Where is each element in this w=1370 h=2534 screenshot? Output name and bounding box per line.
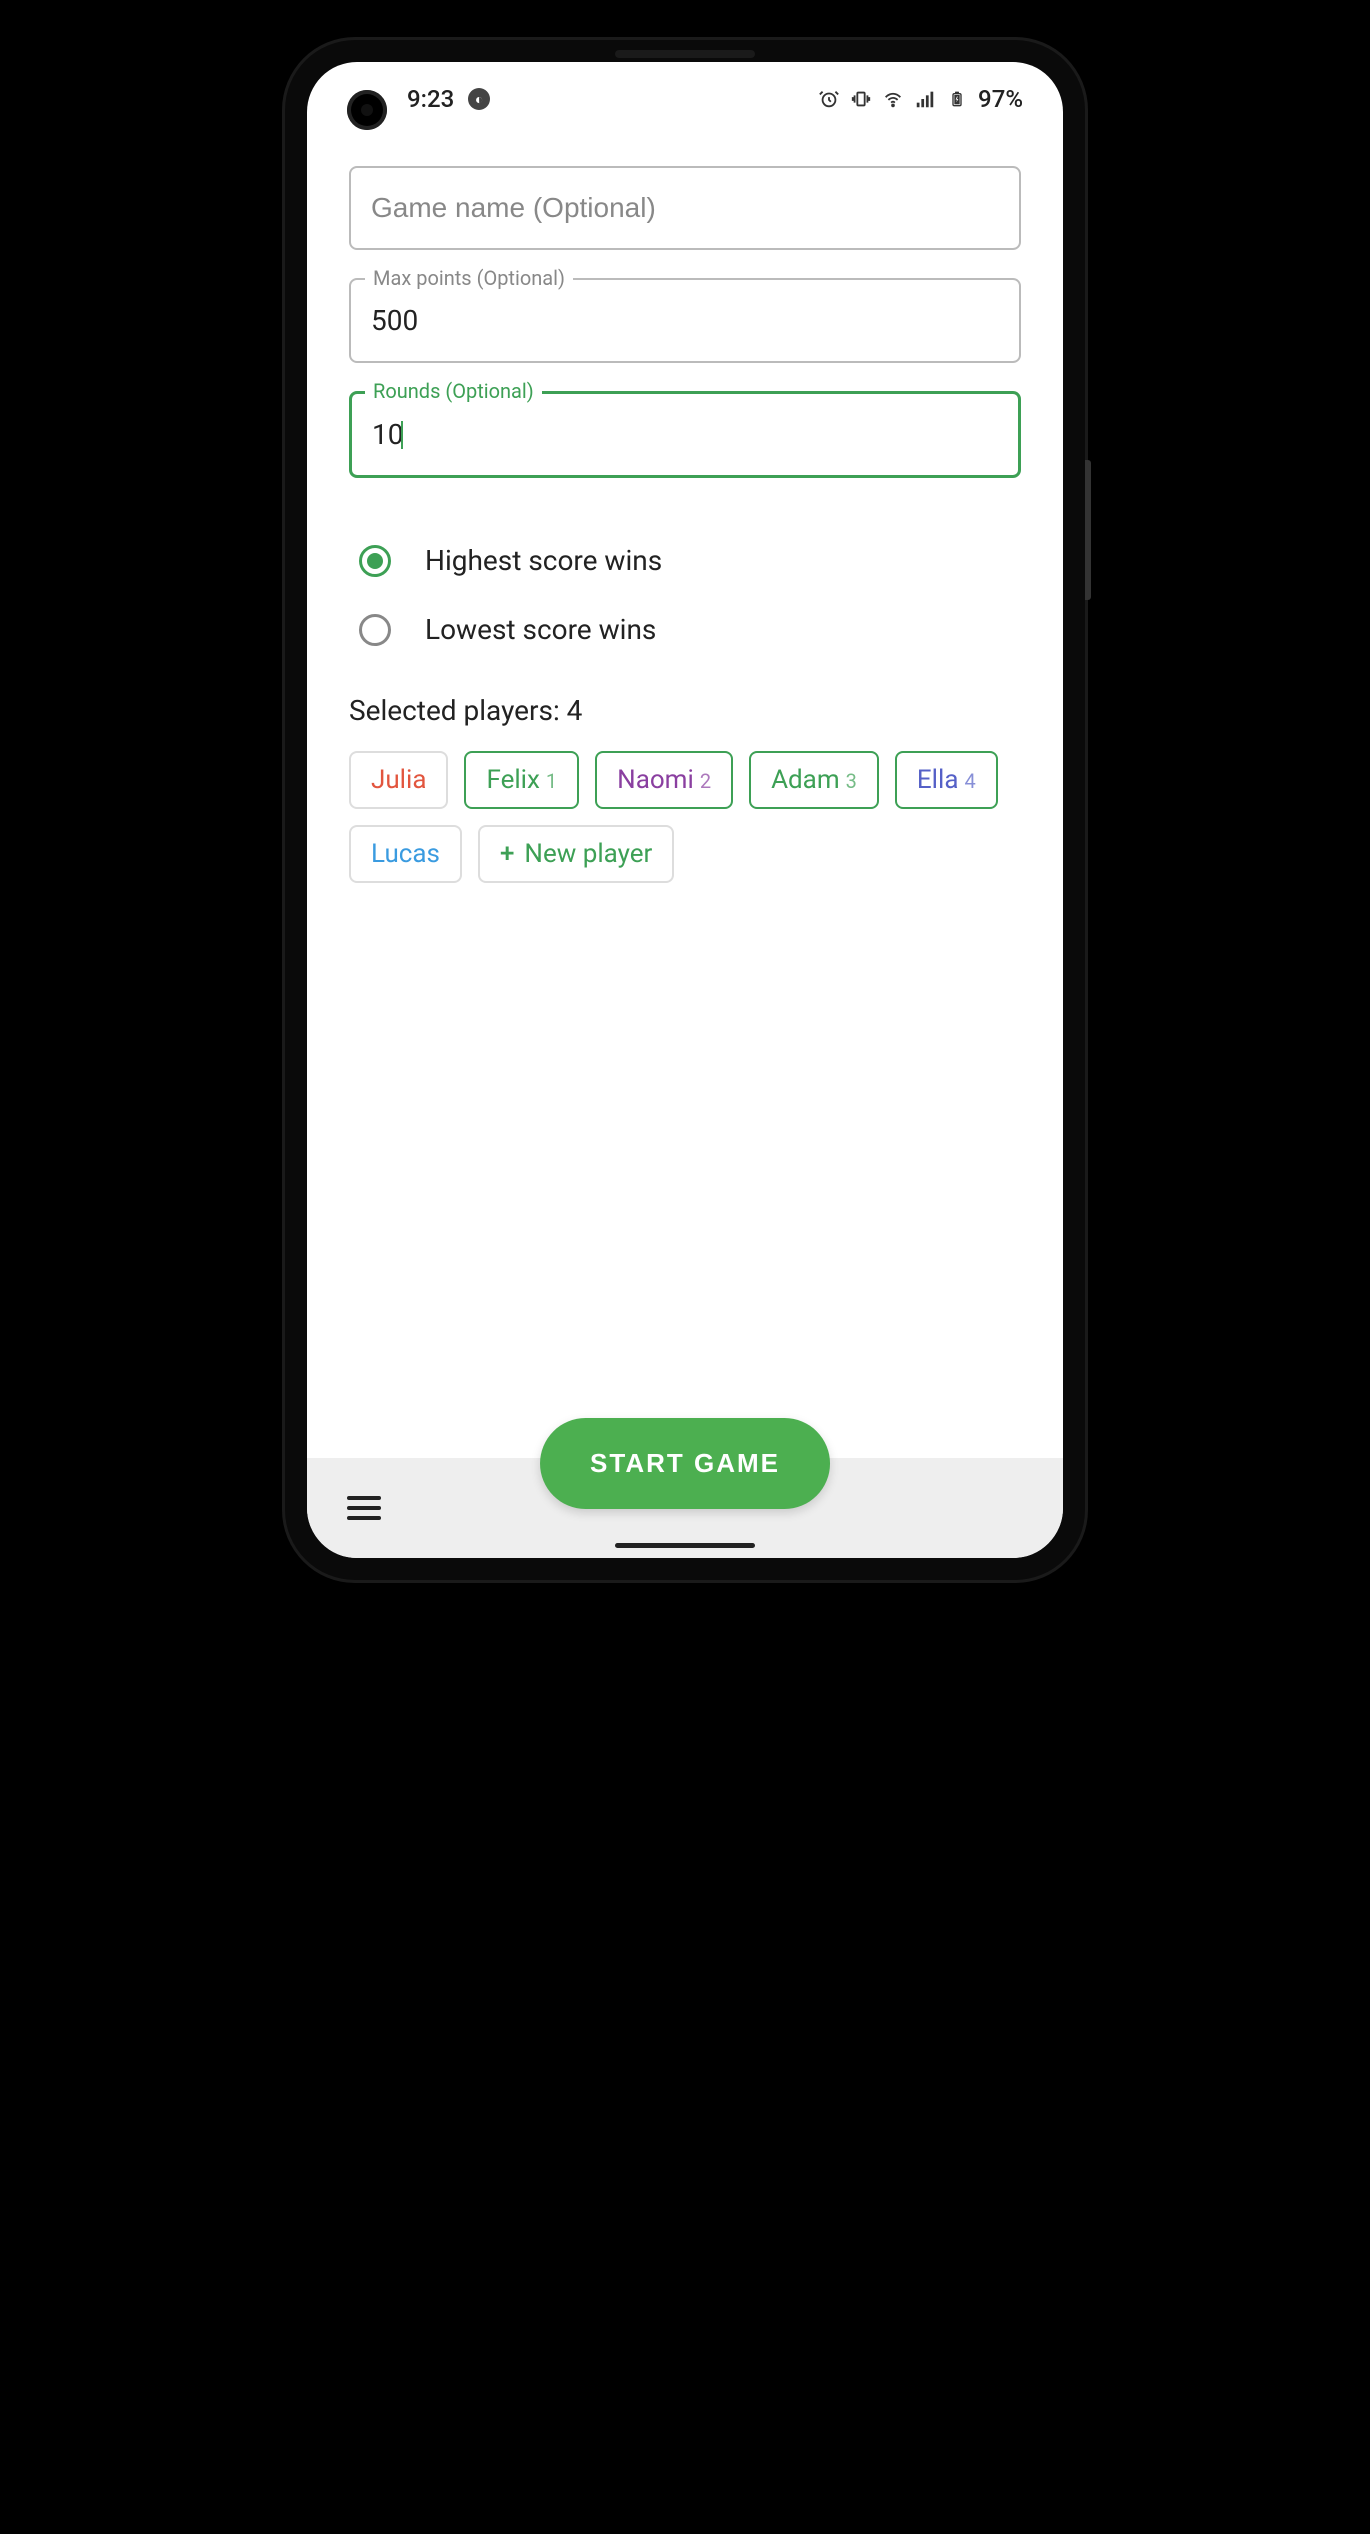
- radio-highest-label: Highest score wins: [425, 544, 662, 577]
- phone-side-button: [1085, 460, 1091, 600]
- player-chip-order: 2: [700, 769, 711, 793]
- max-points-input[interactable]: 500: [349, 278, 1021, 363]
- player-chip-name: Lucas: [371, 839, 440, 869]
- player-chip[interactable]: Ella4: [895, 751, 998, 809]
- radio-lowest[interactable]: [359, 614, 391, 646]
- player-chip-order: 1: [546, 769, 557, 793]
- menu-icon: [347, 1496, 381, 1500]
- form-content: Max points (Optional) 500 Rounds (Option…: [307, 136, 1063, 1458]
- radio-lowest-row[interactable]: Lowest score wins: [359, 595, 1021, 664]
- player-chip-order: 3: [846, 769, 857, 793]
- alarm-icon: [818, 88, 840, 110]
- max-points-group: Max points (Optional) 500: [349, 278, 1021, 363]
- wifi-icon: [882, 88, 904, 110]
- player-chip[interactable]: Lucas: [349, 825, 462, 883]
- menu-button[interactable]: [337, 1486, 391, 1530]
- radio-highest-row[interactable]: Highest score wins: [359, 526, 1021, 595]
- game-name-input[interactable]: [349, 166, 1021, 250]
- player-chip-name: Adam: [771, 765, 840, 795]
- phone-speaker: [615, 50, 755, 58]
- phone-screen: 9:23 ◐ 97%: [307, 62, 1063, 1558]
- signal-icon: [914, 88, 936, 110]
- selected-players-header: Selected players: 4: [349, 694, 1021, 727]
- player-chip-name: Julia: [371, 765, 426, 795]
- app-indicator-icon: ◐: [468, 88, 490, 110]
- nav-indicator[interactable]: [615, 1543, 755, 1548]
- bottom-bar: START GAME: [307, 1458, 1063, 1558]
- player-chip[interactable]: Naomi2: [595, 751, 733, 809]
- player-chip-name: Naomi: [617, 765, 694, 795]
- game-name-group: [349, 166, 1021, 250]
- battery-text: 97%: [978, 85, 1023, 113]
- new-player-button[interactable]: + New player: [478, 825, 674, 883]
- status-bar: 9:23 ◐ 97%: [307, 62, 1063, 136]
- status-time: 9:23: [407, 85, 454, 113]
- rounds-input[interactable]: 10: [349, 391, 1021, 478]
- player-chip[interactable]: Felix 1: [464, 751, 579, 809]
- player-chips: Julia Felix 1 Naomi2 Adam3 Ella4 Lucas + New pla…: [349, 751, 1021, 883]
- player-chip-name: Felix: [486, 765, 539, 795]
- radio-lowest-label: Lowest score wins: [425, 613, 656, 646]
- plus-icon: +: [500, 839, 514, 869]
- player-chip-name: Ella: [917, 765, 959, 795]
- vibrate-icon: [850, 88, 872, 110]
- radio-highest[interactable]: [359, 545, 391, 577]
- rounds-label: Rounds (Optional): [365, 379, 542, 403]
- player-chip[interactable]: Adam3: [749, 751, 879, 809]
- player-chip[interactable]: Julia: [349, 751, 448, 809]
- front-camera: [347, 90, 387, 130]
- rounds-group: Rounds (Optional) 10: [349, 391, 1021, 478]
- player-chip-order: 4: [964, 769, 975, 793]
- start-game-button[interactable]: START GAME: [540, 1418, 830, 1509]
- max-points-label: Max points (Optional): [365, 266, 573, 290]
- new-player-label: New player: [524, 839, 652, 869]
- text-cursor: [401, 421, 403, 449]
- battery-icon: [946, 88, 968, 110]
- phone-frame: 9:23 ◐ 97%: [285, 40, 1085, 1580]
